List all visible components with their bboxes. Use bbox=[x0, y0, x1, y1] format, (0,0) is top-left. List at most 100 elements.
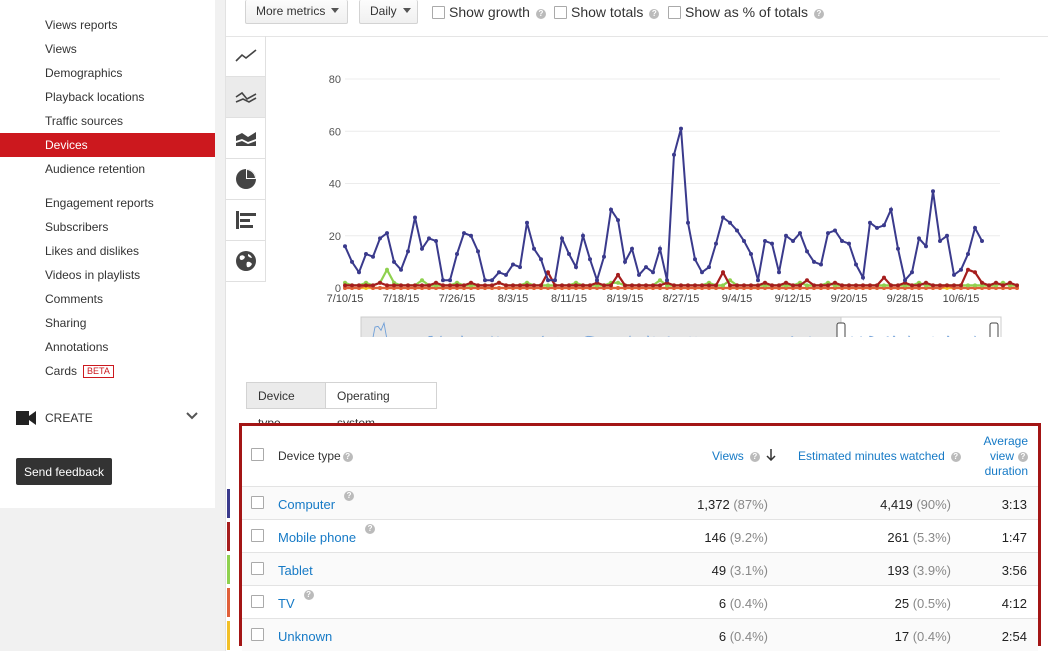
data-point[interactable] bbox=[889, 283, 893, 288]
data-point[interactable] bbox=[357, 270, 361, 275]
more-metrics-dropdown[interactable]: More metrics bbox=[245, 0, 348, 24]
data-point[interactable] bbox=[980, 239, 984, 243]
multiline-chart-icon[interactable] bbox=[226, 77, 265, 118]
data-point[interactable] bbox=[462, 283, 466, 288]
data-point[interactable] bbox=[826, 231, 830, 236]
data-point[interactable] bbox=[434, 239, 438, 243]
column-header-avg-duration[interactable]: Average view? duration bbox=[962, 434, 1028, 479]
data-point[interactable] bbox=[896, 246, 900, 251]
data-point[interactable] bbox=[406, 283, 410, 288]
bar-chart-icon[interactable] bbox=[226, 200, 265, 241]
data-point[interactable] bbox=[714, 241, 718, 246]
data-point[interactable] bbox=[882, 275, 886, 280]
help-icon[interactable]: ? bbox=[342, 452, 353, 462]
data-point[interactable] bbox=[469, 280, 473, 285]
data-point[interactable] bbox=[581, 283, 585, 288]
data-point[interactable] bbox=[693, 257, 697, 262]
data-point[interactable] bbox=[525, 283, 529, 288]
data-point[interactable] bbox=[476, 283, 480, 288]
data-point[interactable] bbox=[966, 283, 970, 288]
data-point[interactable] bbox=[840, 283, 844, 288]
data-point[interactable] bbox=[686, 220, 690, 225]
tab-operating-system[interactable]: Operating system bbox=[325, 382, 437, 430]
data-point[interactable] bbox=[567, 283, 571, 288]
data-point[interactable] bbox=[756, 283, 760, 288]
data-point[interactable] bbox=[735, 283, 739, 288]
show-totals-checkbox[interactable] bbox=[554, 6, 567, 19]
data-point[interactable] bbox=[497, 270, 501, 275]
data-point[interactable] bbox=[672, 152, 676, 157]
data-point[interactable] bbox=[427, 283, 431, 288]
data-point[interactable] bbox=[448, 283, 452, 288]
data-point[interactable] bbox=[854, 283, 858, 288]
data-point[interactable] bbox=[504, 283, 508, 288]
data-point[interactable] bbox=[420, 246, 424, 251]
data-point[interactable] bbox=[966, 252, 970, 256]
navigator-right-handle[interactable] bbox=[989, 322, 999, 337]
data-point[interactable] bbox=[546, 283, 550, 288]
data-point[interactable] bbox=[770, 241, 774, 246]
data-point[interactable] bbox=[938, 239, 942, 243]
data-point[interactable] bbox=[420, 283, 424, 288]
data-point[interactable] bbox=[847, 241, 851, 246]
show-pct-option[interactable]: Show as % of totals? bbox=[668, 4, 824, 20]
data-point[interactable] bbox=[945, 233, 949, 238]
sidebar-item-demographics[interactable]: Demographics bbox=[0, 61, 215, 85]
data-point[interactable] bbox=[735, 228, 739, 233]
data-point[interactable] bbox=[784, 280, 788, 285]
data-point[interactable] bbox=[644, 265, 648, 270]
data-point[interactable] bbox=[966, 267, 970, 272]
sidebar-item-traffic-sources[interactable]: Traffic sources bbox=[0, 109, 215, 133]
data-point[interactable] bbox=[917, 236, 921, 241]
show-growth-checkbox[interactable] bbox=[432, 6, 445, 19]
data-point[interactable] bbox=[385, 267, 389, 272]
data-point[interactable] bbox=[483, 283, 487, 288]
data-point[interactable] bbox=[364, 283, 368, 288]
data-point[interactable] bbox=[903, 278, 907, 283]
data-point[interactable] bbox=[798, 283, 802, 288]
data-point[interactable] bbox=[441, 278, 445, 283]
data-point[interactable] bbox=[637, 272, 641, 277]
row-checkbox[interactable] bbox=[251, 628, 264, 641]
data-point[interactable] bbox=[847, 283, 851, 288]
data-point[interactable] bbox=[371, 283, 375, 288]
data-point[interactable] bbox=[497, 286, 501, 290]
data-point[interactable] bbox=[658, 246, 662, 251]
data-point[interactable] bbox=[798, 231, 802, 236]
data-point[interactable] bbox=[413, 283, 417, 288]
data-point[interactable] bbox=[721, 283, 725, 288]
data-point[interactable] bbox=[791, 283, 795, 288]
data-point[interactable] bbox=[854, 262, 858, 267]
data-point[interactable] bbox=[994, 280, 998, 285]
data-point[interactable] bbox=[574, 283, 578, 288]
data-point[interactable] bbox=[455, 283, 459, 288]
data-point[interactable] bbox=[413, 215, 417, 220]
data-point[interactable] bbox=[945, 283, 949, 288]
data-point[interactable] bbox=[588, 283, 592, 288]
sidebar-item-sharing[interactable]: Sharing bbox=[0, 311, 215, 335]
map-icon[interactable] bbox=[226, 241, 265, 282]
data-point[interactable] bbox=[532, 283, 536, 288]
data-point[interactable] bbox=[357, 283, 361, 288]
data-point[interactable] bbox=[343, 244, 347, 249]
data-point[interactable] bbox=[805, 278, 809, 283]
data-point[interactable] bbox=[546, 278, 550, 283]
data-point[interactable] bbox=[931, 283, 935, 288]
stacked-area-icon[interactable] bbox=[226, 118, 265, 159]
line-chart-icon[interactable] bbox=[226, 36, 265, 77]
data-point[interactable] bbox=[784, 233, 788, 238]
send-feedback-button[interactable]: Send feedback bbox=[16, 458, 112, 485]
create-menu[interactable]: CREATE bbox=[0, 406, 215, 430]
data-point[interactable] bbox=[777, 270, 781, 275]
data-point[interactable] bbox=[399, 267, 403, 272]
data-point[interactable] bbox=[560, 283, 564, 288]
data-point[interactable] bbox=[763, 280, 767, 285]
data-point[interactable] bbox=[490, 278, 494, 283]
data-point[interactable] bbox=[602, 254, 606, 259]
data-point[interactable] bbox=[819, 283, 823, 288]
data-point[interactable] bbox=[623, 259, 627, 264]
sidebar-item-audience-retention[interactable]: Audience retention bbox=[0, 157, 215, 181]
sidebar-item-views[interactable]: Views bbox=[0, 37, 215, 61]
data-point[interactable] bbox=[511, 262, 515, 267]
data-point[interactable] bbox=[805, 283, 809, 288]
